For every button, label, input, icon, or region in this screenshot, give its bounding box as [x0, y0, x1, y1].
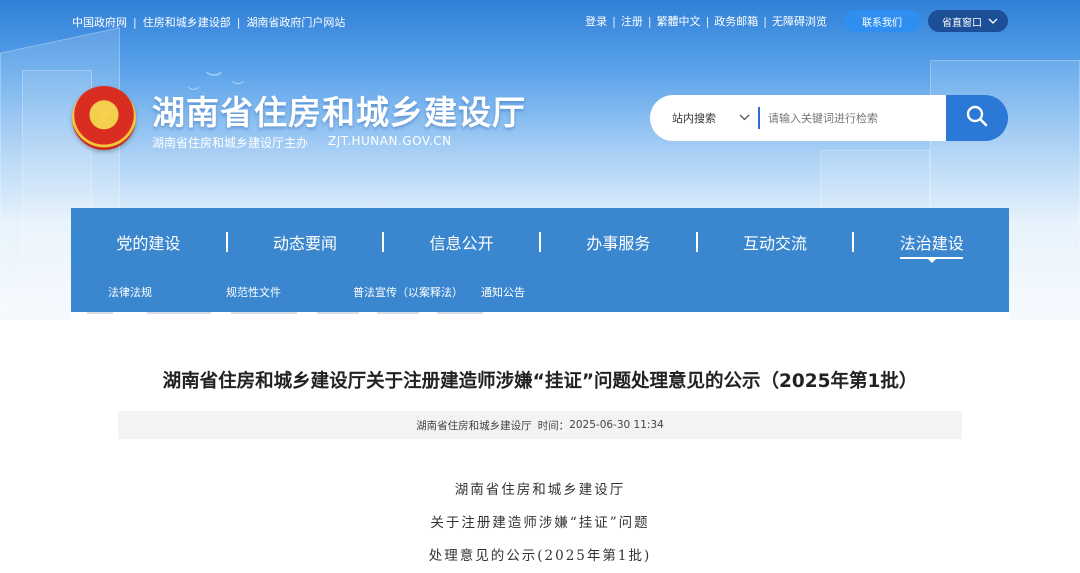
nav-item-label: 动态要闻	[273, 234, 338, 253]
star-icon: ★	[96, 104, 112, 123]
nav-item-label: 信息公开	[429, 234, 494, 253]
nav-item-party-building[interactable]: 党的建设	[71, 230, 226, 254]
submenu-legal-publicity[interactable]: 普法宣传（以案释法）	[353, 284, 463, 300]
breadcrumb-fragment	[231, 312, 297, 314]
separator: |	[236, 15, 241, 29]
article-time-label: 时间：	[537, 419, 570, 432]
breadcrumb-fragment	[377, 312, 419, 314]
search-bar: 站内搜索	[650, 95, 1008, 141]
separator: |	[647, 14, 652, 28]
accessibility-link[interactable]: 无障碍浏览	[767, 13, 832, 29]
nav-item-services[interactable]: 办事服务	[541, 230, 696, 254]
article-body-line: 处理意见的公示(2025年第1批)	[428, 548, 652, 564]
nav-item-label: 法治建设	[899, 234, 964, 253]
submenu-laws[interactable]: 法律法规	[108, 284, 152, 300]
text-cursor	[758, 107, 760, 129]
nav-item-info-disclosure[interactable]: 信息公开	[384, 230, 539, 254]
traditional-chinese-link[interactable]: 繁體中文	[652, 13, 706, 29]
search-icon	[965, 104, 989, 132]
nav-item-label: 办事服务	[586, 234, 651, 253]
main-nav: 党的建设 动态要闻 信息公开 办事服务 互动交流 法治建设 法律法规 规范性文件…	[71, 208, 1009, 312]
gov-mail-link[interactable]: 政务邮箱	[709, 13, 763, 29]
breadcrumb	[71, 312, 1009, 326]
separator: |	[612, 14, 616, 28]
contact-us-button[interactable]: 联系我们	[844, 10, 920, 32]
nav-main-row: 党的建设 动态要闻 信息公开 办事服务 互动交流 法治建设	[71, 208, 1009, 276]
breadcrumb-fragment	[317, 312, 359, 314]
sponsor-text: 湖南省住房和城乡建设厅主办	[152, 136, 309, 150]
breadcrumb-fragment	[87, 312, 113, 314]
submenu-normative-docs[interactable]: 规范性文件	[226, 284, 281, 300]
separator: |	[705, 14, 710, 28]
link-hunan-portal[interactable]: 湖南省政府门户网站	[246, 14, 345, 30]
nav-submenu: 法律法规 规范性文件 普法宣传（以案释法） 通知公告	[71, 276, 1009, 312]
search-input[interactable]	[768, 111, 938, 125]
article-meta: 湖南省住房和城乡建设厅 时间： 2025-06-30 11:34	[118, 411, 962, 439]
nav-item-interaction[interactable]: 互动交流	[698, 230, 853, 254]
chevron-down-icon	[988, 16, 998, 27]
search-button[interactable]	[946, 95, 1008, 141]
article-time: 2025-06-30 11:34	[569, 419, 664, 431]
article-title: 湖南省住房和城乡建设厅关于注册建造师涉嫌“挂证”问题处理意见的公示（2025年第…	[162, 371, 918, 392]
province-window-dropdown[interactable]: 省直窗口	[928, 10, 1008, 32]
article-source: 湖南省住房和城乡建设厅	[416, 419, 532, 432]
site-title: 湖南省住房和城乡建设厅	[152, 93, 526, 132]
nav-item-label: 互动交流	[743, 234, 808, 253]
top-links-left: 中国政府网 | 住房和城乡建设部 | 湖南省政府门户网站	[72, 14, 345, 30]
search-field	[758, 95, 946, 141]
nav-item-rule-of-law[interactable]: 法治建设	[854, 230, 1009, 263]
link-mohurd[interactable]: 住房和城乡建设部	[143, 14, 231, 30]
register-link[interactable]: 注册	[616, 13, 648, 29]
site-subtitle: 湖南省住房和城乡建设厅主办 ZJT.HUNAN.GOV.CN	[152, 134, 452, 151]
active-indicator	[900, 257, 964, 263]
breadcrumb-fragment	[437, 312, 483, 314]
breadcrumb-fragment	[147, 312, 211, 314]
site-domain: ZJT.HUNAN.GOV.CN	[328, 134, 452, 148]
separator: |	[133, 15, 137, 29]
search-scope-label: 站内搜索	[672, 112, 716, 125]
contact-us-label: 联系我们	[862, 17, 902, 29]
link-gov-cn[interactable]: 中国政府网	[72, 14, 127, 30]
separator: |	[763, 14, 767, 28]
chevron-down-icon	[739, 110, 750, 124]
nav-item-label: 党的建设	[116, 234, 181, 253]
province-window-label: 省直窗口	[942, 17, 982, 29]
article-body-line: 关于注册建造师涉嫌“挂证”问题	[430, 515, 650, 531]
national-emblem-icon: ★	[72, 86, 136, 150]
top-links-right: 登录 | 注册 | 繁體中文 | 政务邮箱 | 无障碍浏览 联系我们 省直窗口	[580, 10, 1008, 32]
login-link[interactable]: 登录	[580, 13, 612, 29]
submenu-notices[interactable]: 通知公告	[481, 284, 525, 300]
article-body-line: 湖南省住房和城乡建设厅	[454, 482, 626, 498]
nav-item-news[interactable]: 动态要闻	[228, 230, 383, 254]
search-scope-select[interactable]: 站内搜索	[650, 95, 758, 141]
